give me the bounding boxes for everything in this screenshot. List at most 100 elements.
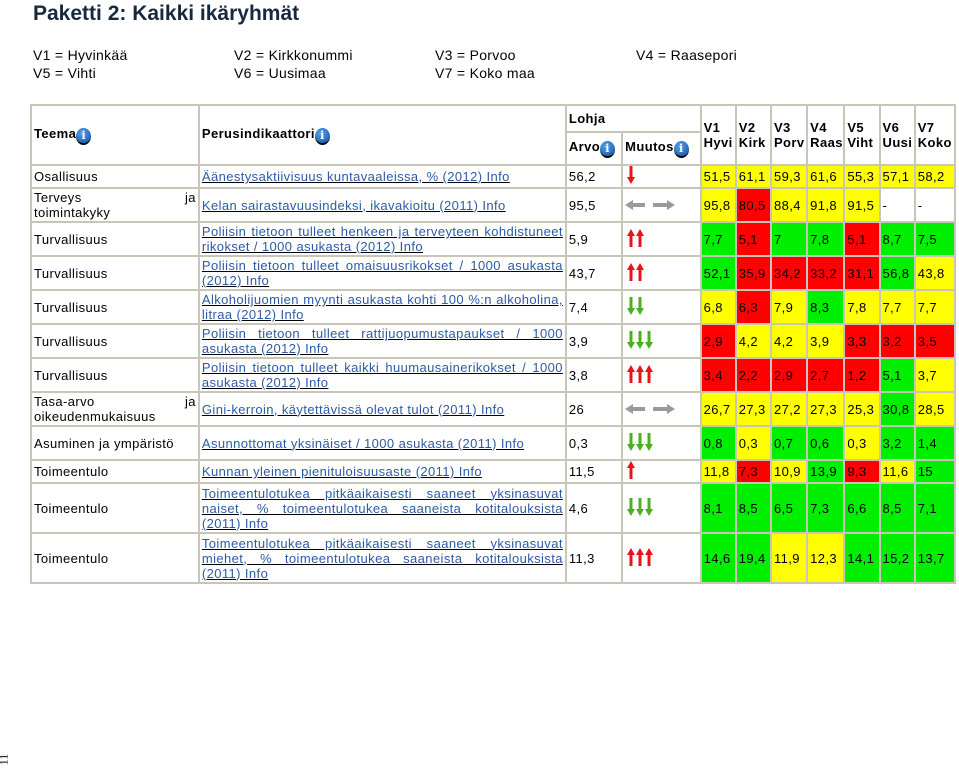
legend-item: V6 = Uusimaa (234, 65, 326, 81)
indicator-cell: Kelan sairastavuusindeksi, ikavakioitu (… (197, 187, 567, 223)
indicator-cell: Poliisin tietoon tulleet rattijuopumusta… (197, 323, 567, 359)
indicator-link[interactable]: Poliisin tietoon tulleet henkeen ja terv… (202, 224, 563, 254)
header-muutos-label: Muutos (625, 138, 674, 154)
v3-value: 11,9 (769, 532, 809, 584)
indicator-link[interactable]: Gini-kerroin, käytettävissä olevat tulot… (202, 402, 563, 417)
v7-value: 1,4 (913, 425, 957, 461)
trend-up-arrow-icon (627, 262, 645, 281)
v7-value: 13,7 (913, 532, 957, 584)
indicator-link[interactable]: Kelan sairastavuusindeksi, ikavakioitu (… (202, 198, 563, 213)
v7-value: 28,5 (913, 391, 957, 427)
table-row: Toimeentulo Toimeentulotukea pitkäaikaise… (30, 532, 957, 584)
v7-value: 3,5 (913, 323, 957, 359)
v7-value: 58,2 (913, 164, 957, 189)
indicator-link[interactable]: Toimeentulotukea pitkäaikaisesti saaneet… (202, 486, 563, 531)
v-code: V7 (917, 120, 935, 135)
table-row: Asuminen ja ympäristö Asunnottomat yksinä… (30, 425, 957, 461)
indicator-link[interactable]: Poliisin tietoon tulleet kaikki huumausa… (202, 360, 563, 390)
lohja-value: 43,7 (564, 255, 624, 291)
table-row: Turvallisuus Alkoholijuomien myynti asuka… (30, 289, 957, 325)
lohja-value: 56,2 (564, 164, 624, 189)
theme-label: Turvallisuus (34, 231, 108, 247)
lohja-value: 95,5 (564, 187, 624, 223)
indicator-link[interactable]: Kunnan yleinen pienituloisuusaste (2011)… (202, 464, 563, 479)
theme-label: Asuminen ja ympäristö (34, 435, 174, 451)
header-v4: V4 Raas (806, 104, 846, 166)
v5-value: 0,3 (843, 425, 881, 461)
indicator-link[interactable]: Asunnottomat yksinäiset / 1000 asukasta … (202, 436, 563, 451)
v5-value: 5,1 (843, 221, 881, 257)
legend-row: V1 = Hyvinkää V2 = Kirkkonummi V3 = Porv… (33, 46, 933, 64)
v6-value: - (878, 187, 916, 223)
v3-value: 27,2 (769, 391, 809, 427)
v4-value: 2,7 (806, 357, 846, 393)
municipality-legend: V1 = Hyvinkää V2 = Kirkkonummi V3 = Porv… (33, 46, 933, 82)
indicator-link[interactable]: Toimeentulotukea pitkäaikaisesti saaneet… (202, 536, 563, 581)
v-short: Raas (810, 135, 843, 150)
trend-cell (621, 459, 702, 484)
v7-value: 3,7 (913, 357, 957, 393)
v-code: V5 (847, 120, 865, 135)
v3-value: 10,9 (769, 459, 809, 484)
v4-value: 7,8 (806, 221, 846, 257)
v6-value: 5,1 (878, 357, 916, 393)
v4-value: 61,6 (806, 164, 846, 189)
indicator-link[interactable]: Poliisin tietoon tulleet rattijuopumusta… (202, 326, 563, 356)
v5-value: 9,3 (843, 459, 881, 484)
header-v6: V6 Uusi (878, 104, 916, 166)
v2-value: 35,9 (734, 255, 772, 291)
v5-value: 7,8 (843, 289, 881, 325)
theme-label: Toimeentulo (34, 464, 109, 479)
trend-up-arrow-icon (627, 364, 654, 383)
table-row: Turvallisuus Poliisin tietoon tulleet kai… (30, 357, 957, 393)
indicator-cell: Gini-kerroin, käytettävissä olevat tulot… (197, 391, 567, 427)
indicator-link[interactable]: Alkoholijuomien myynti asukasta kohti 10… (202, 292, 563, 322)
header-v7: V7 Koko (913, 104, 957, 166)
trend-neutral-icon (625, 198, 676, 213)
indicator-link[interactable]: Poliisin tietoon tulleet omaisuusrikokse… (202, 258, 563, 288)
indicator-cell: Poliisin tietoon tulleet henkeen ja terv… (197, 221, 567, 257)
trend-cell (621, 425, 702, 461)
theme-label: Terveys (34, 190, 82, 205)
theme-label: Turvallisuus (34, 265, 108, 281)
trend-down-arrow-icon (627, 330, 654, 349)
indicator-table: Teema i Perusindikaattori i Lohja V1 Hyvi V… (30, 104, 957, 584)
v3-value: 7,9 (769, 289, 809, 325)
trend-cell (621, 357, 702, 393)
v6-value: 15,2 (878, 532, 916, 584)
indicator-cell: Toimeentulotukea pitkäaikaisesti saaneet… (197, 532, 567, 584)
v3-value: 0,7 (769, 425, 809, 461)
v6-value: 8,7 (878, 221, 916, 257)
v-code: V6 (882, 120, 900, 135)
theme-cell: Toimeentulo (30, 482, 200, 534)
info-icon[interactable]: i (673, 140, 689, 158)
v-short: Koko (917, 135, 952, 150)
table-row: Turvallisuus Poliisin tietoon tulleet hen… (30, 221, 957, 257)
v3-value: 2,9 (769, 357, 809, 393)
v6-value: 11,6 (878, 459, 916, 484)
v3-value: 4,2 (769, 323, 809, 359)
v2-value: 2,2 (734, 357, 772, 393)
info-icon[interactable]: i (76, 127, 92, 145)
lohja-value: 7,4 (564, 289, 624, 325)
v7-value: - (913, 187, 957, 223)
info-icon[interactable]: i (600, 140, 616, 158)
v5-value: 1,2 (843, 357, 881, 393)
legend-item: V4 = Raasepori (636, 47, 738, 63)
trend-up-arrow-icon (627, 228, 645, 247)
theme-label-line2: toimintakyky (34, 205, 111, 220)
info-icon[interactable]: i (314, 127, 330, 145)
v4-value: 91,8 (806, 187, 846, 223)
v2-value: 8,5 (734, 482, 772, 534)
trend-cell (621, 187, 702, 223)
trend-cell (621, 482, 702, 534)
legend-row: V5 = Vihti V6 = Uusimaa V7 = Koko maa (33, 64, 933, 82)
v2-value: 6,3 (734, 289, 772, 325)
legend-item: V7 = Koko maa (435, 65, 536, 81)
v6-value: 56,8 (878, 255, 916, 291)
v4-value: 33,2 (806, 255, 846, 291)
header-arvo-label: Arvo (568, 138, 601, 154)
header-v3: V3 Porv (769, 104, 809, 166)
indicator-link[interactable]: Äänestysaktiivisuus kuntavaaleissa, % (2… (202, 169, 563, 184)
indicator-cell: Kunnan yleinen pienituloisuusaste (2011)… (197, 459, 567, 484)
